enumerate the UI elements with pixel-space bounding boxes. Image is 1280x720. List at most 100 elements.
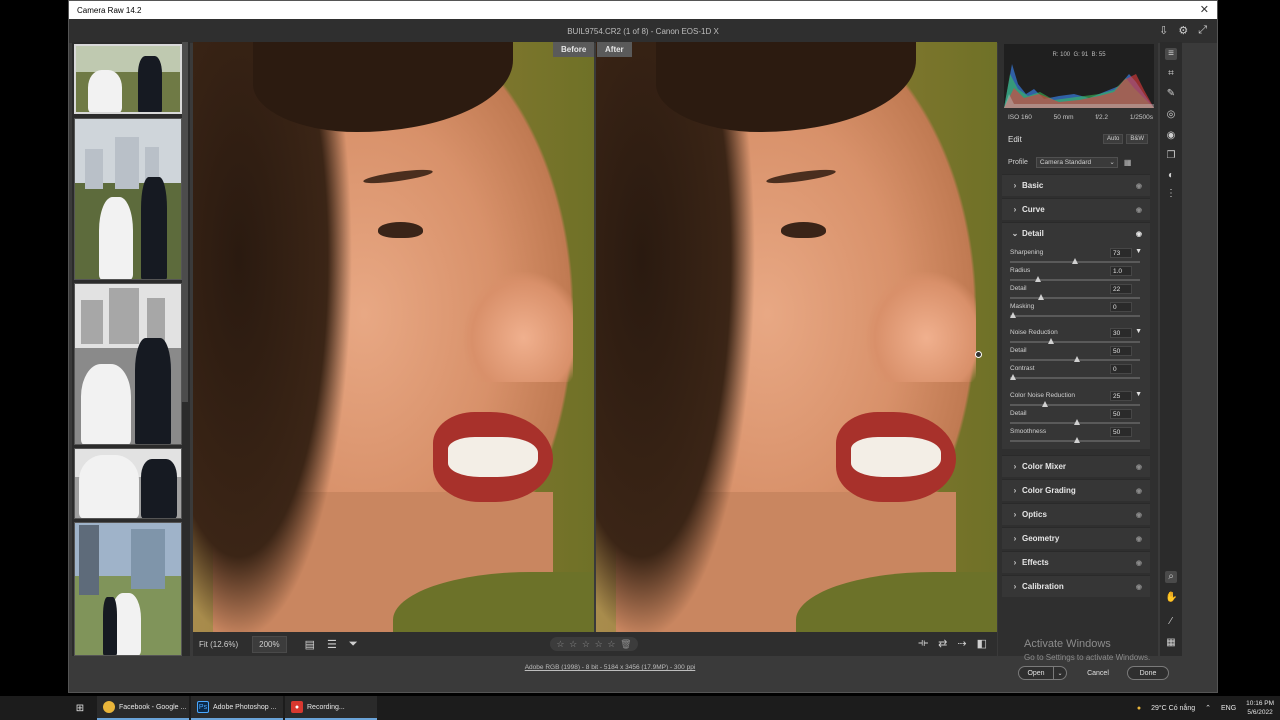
profile-select[interactable]: Camera Standard ⌄ — [1035, 156, 1118, 168]
fit-zoom-label[interactable]: Fit (12.6%) — [199, 640, 238, 649]
fullscreen-icon[interactable]: ⤢ — [1198, 24, 1207, 37]
star-icon[interactable]: ☆ — [556, 639, 564, 650]
cancel-button[interactable]: Cancel — [1080, 666, 1116, 680]
clock[interactable]: 10:16 PM 5/6/2022 — [1246, 699, 1274, 717]
nr-contrast-slider[interactable]: Contrast 0 — [1010, 364, 1140, 383]
snapshots-icon[interactable]: ❐ — [1165, 150, 1177, 162]
cycle-views-icon[interactable]: ⟛ — [918, 637, 928, 650]
filmstrip-scrollbar[interactable] — [182, 42, 188, 402]
sharpening-slider[interactable]: Sharpening 73 ▼ — [1010, 248, 1142, 267]
auto-button[interactable]: Auto — [1102, 134, 1124, 144]
presets-icon[interactable]: ◐ — [1165, 170, 1177, 182]
tool-strip: ≡ ⌗ ✎ ◎ ◉ ❐ ◐ ⋮ ⌕ ✋ ⁄ ▦ — [1160, 42, 1182, 656]
cnr-detail-slider[interactable]: Detail 50 — [1010, 409, 1140, 428]
color-nr-value-input[interactable]: 25 — [1110, 391, 1132, 401]
file-info-bar: BUIL9754.CR2 (1 of 8) - Canon EOS-1D X ⇩… — [69, 19, 1217, 43]
visibility-icon[interactable]: ◉ — [1136, 487, 1142, 495]
crop-icon[interactable]: ⌗ — [1165, 68, 1177, 80]
close-window-icon[interactable]: ✕ — [1200, 3, 1209, 16]
filmstrip-thumbnail[interactable] — [74, 522, 182, 656]
masking-icon[interactable]: ◎ — [1165, 109, 1177, 121]
visibility-icon[interactable]: ◉ — [1136, 535, 1142, 543]
masking-slider[interactable]: Masking 0 — [1010, 302, 1140, 321]
filmstrip-thumbnail[interactable] — [74, 448, 182, 519]
masking-value-input[interactable]: 0 — [1110, 302, 1132, 312]
star-rating[interactable]: ☆ ☆ ☆ ☆ ☆ 🗑 — [550, 637, 638, 651]
sharpening-value-input[interactable]: 73 — [1110, 248, 1132, 258]
filter-icon[interactable]: ⏷ — [349, 638, 358, 651]
taskbar-item-recorder[interactable]: ● Recording... — [285, 696, 377, 720]
section-color-grading[interactable]: › Color Grading ◉ — [1002, 479, 1150, 501]
visibility-icon[interactable]: ◉ — [1136, 463, 1142, 471]
profile-browser-icon[interactable]: ▦ — [1124, 158, 1132, 167]
visibility-icon[interactable]: ◉ — [1136, 206, 1142, 214]
taskbar-item-photoshop[interactable]: Ps Adobe Photoshop ... — [191, 696, 283, 720]
windows-start-icon[interactable]: ⊞ — [65, 703, 95, 714]
red-eye-icon[interactable]: ◉ — [1165, 130, 1177, 142]
section-color-mixer[interactable]: › Color Mixer ◉ — [1002, 455, 1150, 477]
taskbar-item-chrome[interactable]: Facebook - Google ... — [97, 696, 189, 720]
section-basic[interactable]: › Basic ◉ — [1002, 174, 1150, 196]
visibility-icon[interactable]: ◉ — [1136, 511, 1142, 519]
visibility-icon[interactable]: ◉ — [1136, 559, 1142, 567]
filmstrip-thumbnail[interactable] — [74, 283, 182, 445]
hand-tool-icon[interactable]: ✋ — [1165, 592, 1177, 604]
save-image-icon[interactable]: ⇩ — [1159, 24, 1168, 37]
more-options-icon[interactable]: ⋮ — [1165, 188, 1177, 200]
cnr-detail-value-input[interactable]: 50 — [1110, 409, 1132, 419]
detail-slider[interactable]: Detail 22 — [1010, 284, 1140, 303]
star-icon[interactable]: ☆ — [582, 639, 590, 650]
weather-text[interactable]: 29°C Có nắng — [1151, 705, 1195, 712]
settings-gear-icon[interactable]: ⚙ — [1178, 24, 1188, 37]
bw-button[interactable]: B&W — [1126, 134, 1148, 144]
visibility-icon[interactable]: ◉ — [1136, 182, 1142, 190]
filmstrip-thumbnail[interactable] — [74, 118, 182, 280]
cnr-smoothness-value-input[interactable]: 50 — [1110, 427, 1132, 437]
healing-brush-icon[interactable]: ✎ — [1165, 88, 1177, 100]
star-icon[interactable]: ☆ — [607, 639, 615, 650]
slider-label: Contrast — [1010, 365, 1035, 372]
trash-icon[interactable]: 🗑 — [620, 639, 631, 650]
color-noise-reduction-slider[interactable]: Color Noise Reduction 25 ▼ — [1010, 391, 1142, 410]
open-button[interactable]: Open — [1018, 666, 1054, 680]
open-options-chevron-icon[interactable]: ⌄ — [1053, 666, 1067, 680]
visibility-icon[interactable]: ◉ — [1136, 583, 1142, 591]
noise-reduction-value-input[interactable]: 30 — [1110, 328, 1132, 338]
visibility-icon[interactable]: ◉ — [1136, 230, 1142, 238]
filmstrip-thumbnail[interactable] — [74, 44, 182, 114]
grid-overlay-icon[interactable]: ▦ — [1165, 637, 1177, 649]
section-curve[interactable]: › Curve ◉ — [1002, 198, 1150, 220]
edit-sliders-icon[interactable]: ≡ — [1165, 48, 1177, 60]
after-image-pane[interactable] — [596, 42, 997, 632]
disclosure-triangle-icon[interactable]: ▼ — [1135, 248, 1142, 255]
nr-detail-value-input[interactable]: 50 — [1110, 346, 1132, 356]
star-icon[interactable]: ☆ — [569, 639, 577, 650]
section-effects[interactable]: › Effects ◉ — [1002, 551, 1150, 573]
toggle-before-after-icon[interactable]: ◧ — [977, 637, 987, 650]
detail-value-input[interactable]: 22 — [1110, 284, 1132, 294]
disclosure-triangle-icon[interactable]: ▼ — [1135, 328, 1142, 335]
color-sampler-icon[interactable]: ⁄ — [1165, 616, 1177, 628]
nr-detail-slider[interactable]: Detail 50 — [1010, 346, 1140, 365]
disclosure-triangle-icon[interactable]: ▼ — [1135, 391, 1142, 398]
zoom-level-select[interactable]: 200% — [252, 635, 287, 653]
star-icon[interactable]: ☆ — [595, 639, 603, 650]
copy-settings-icon[interactable]: ⇢ — [957, 637, 966, 650]
nr-contrast-value-input[interactable]: 0 — [1110, 364, 1132, 374]
section-optics[interactable]: › Optics ◉ — [1002, 503, 1150, 525]
done-button[interactable]: Done — [1127, 666, 1169, 680]
section-geometry[interactable]: › Geometry ◉ — [1002, 527, 1150, 549]
tray-overflow-icon[interactable]: ⌃ — [1205, 704, 1211, 712]
before-image-pane[interactable] — [193, 42, 594, 632]
radius-value-input[interactable]: 1.0 — [1110, 266, 1132, 276]
zoom-tool-icon[interactable]: ⌕ — [1165, 571, 1177, 583]
language-indicator[interactable]: ENG — [1221, 705, 1236, 712]
filmstrip-toggle-icon[interactable]: ▤ — [305, 638, 315, 651]
section-calibration[interactable]: › Calibration ◉ — [1002, 575, 1150, 597]
radius-slider[interactable]: Radius 1.0 — [1010, 266, 1140, 285]
sort-icon[interactable]: ☰ — [327, 638, 337, 651]
cnr-smoothness-slider[interactable]: Smoothness 50 — [1010, 427, 1140, 446]
chevron-right-icon: › — [1013, 181, 1017, 190]
noise-reduction-slider[interactable]: Noise Reduction 30 ▼ — [1010, 328, 1142, 347]
swap-icon[interactable]: ⇄ — [938, 637, 947, 650]
